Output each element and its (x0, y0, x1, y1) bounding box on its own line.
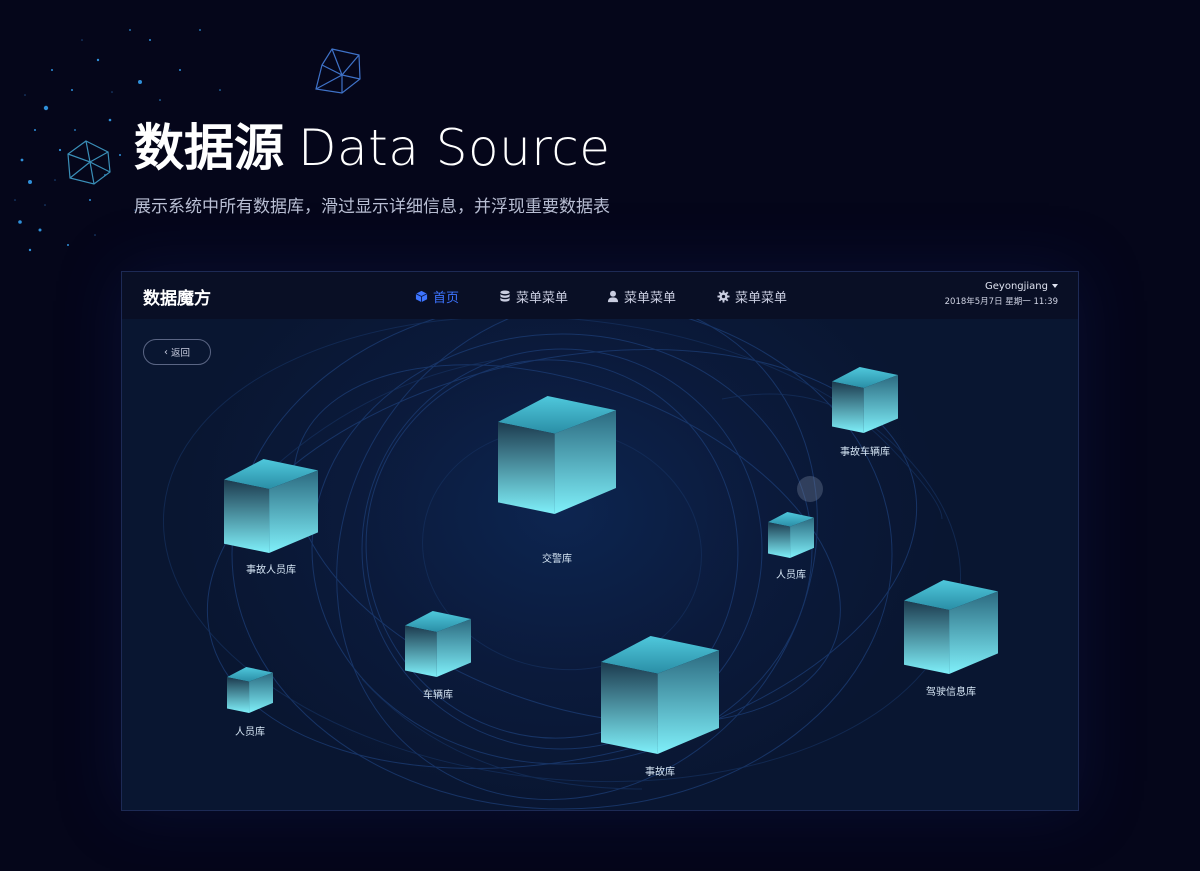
app-window: 数据魔方 首页 菜单菜单 菜单菜单 菜单菜单 Geyongjiang 2018年… (121, 271, 1079, 811)
database-cube-icon[interactable] (226, 666, 274, 714)
database-label: 驾驶信息库 (926, 687, 976, 698)
hover-indicator (797, 476, 823, 502)
nav-item-label: 菜单菜单 (735, 291, 788, 306)
database-cube-icon[interactable] (223, 458, 319, 554)
database-label: 事故人员库 (246, 565, 296, 576)
database-label: 事故车辆库 (840, 447, 890, 458)
top-navbar: 数据魔方 首页 菜单菜单 菜单菜单 菜单菜单 Geyongjiang 2018年… (122, 272, 1078, 319)
nav-item-settings[interactable]: 菜单菜单 (717, 287, 787, 306)
database-cube-icon[interactable] (903, 579, 999, 675)
back-button[interactable]: ‹ 返回 (143, 339, 211, 365)
database-icon (500, 290, 510, 302)
page-title: 数据源 Data Source (134, 118, 611, 178)
user-menu[interactable]: Geyongjiang 2018年5月7日 星期一 11:39 (945, 281, 1058, 307)
page: 数据源 Data Source 展示系统中所有数据库，滑过显示详细信息，并浮现重要… (0, 0, 1200, 871)
nav-item-home[interactable]: 首页 (415, 287, 459, 306)
page-title-cn: 数据源 (134, 119, 284, 177)
gear-icon (717, 290, 730, 303)
database-label: 人员库 (235, 727, 265, 738)
datetime-display: 2018年5月7日 星期一 11:39 (944, 297, 1058, 307)
page-subtitle: 展示系统中所有数据库，滑过显示详细信息，并浮现重要数据表 (134, 197, 610, 217)
database-cube-icon[interactable] (600, 635, 720, 755)
database-cube-icon[interactable] (767, 511, 815, 559)
nav-item-user[interactable]: 菜单菜单 (607, 287, 676, 306)
database-label: 车辆库 (423, 690, 453, 701)
nav-item-label: 菜单菜单 (624, 291, 677, 306)
chevron-left-icon: ‹ (163, 346, 168, 358)
chevron-down-icon (1052, 284, 1058, 288)
nav-item-label: 菜单菜单 (516, 291, 569, 306)
database-label: 人员库 (776, 570, 806, 581)
nav-item-database[interactable]: 菜单菜单 (499, 287, 568, 306)
database-cube-icon[interactable] (404, 610, 472, 678)
database-label: 交警库 (542, 554, 572, 565)
nav-item-label: 首页 (433, 291, 460, 306)
database-label: 事故库 (645, 767, 675, 778)
database-cube-icon[interactable] (831, 366, 899, 434)
polyhedron-icon (67, 140, 111, 185)
page-title-en: Data Source (298, 119, 611, 177)
database-cube-icon[interactable] (497, 395, 617, 515)
user-name: Geyongjiang (985, 281, 1048, 292)
user-icon (607, 290, 619, 303)
back-button-label: 返回 (170, 348, 190, 359)
polyhedron-icon (315, 48, 361, 94)
cube-icon (415, 290, 428, 303)
app-brand: 数据魔方 (143, 289, 211, 309)
